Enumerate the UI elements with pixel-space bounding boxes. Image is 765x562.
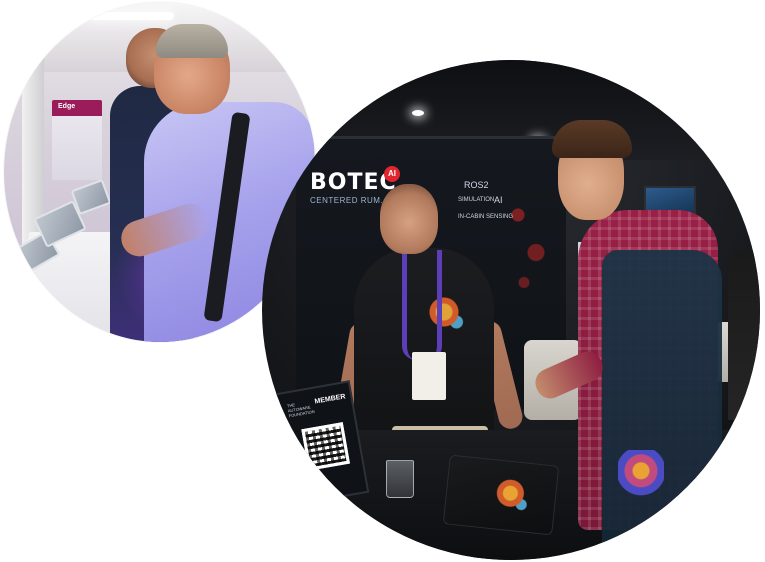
- booth-text-simulation: SIMULATION: [458, 197, 495, 203]
- booth-banner: Edge: [52, 100, 102, 180]
- backdrop-red-graphic: [500, 170, 560, 320]
- ceiling-light: [84, 12, 174, 20]
- lanyard: [402, 250, 442, 360]
- tablet-device: [70, 178, 112, 216]
- tshirt-graphic: [492, 478, 536, 516]
- water-glass: [386, 460, 414, 498]
- sign-member-text: MEMBER: [314, 393, 347, 406]
- booth-text-in-cabin: IN-CABIN SENSING: [458, 214, 514, 220]
- brand-subtitle: CENTERED RUM.AI: [310, 196, 392, 205]
- brand-ai-badge: AI: [384, 166, 400, 182]
- banner-text: Edge: [58, 103, 76, 110]
- booth-text-ai: AI: [494, 195, 503, 205]
- exhibitor-head: [380, 184, 438, 254]
- background-attendee: [728, 250, 760, 420]
- tote-bag: [602, 250, 722, 550]
- attendee-front-hair: [156, 24, 228, 58]
- booth-text-ros2: ROS2: [464, 180, 489, 190]
- visitor-hair: [552, 120, 632, 158]
- tote-graphic: [618, 450, 664, 502]
- name-badge: [412, 352, 446, 400]
- qr-code-icon: [301, 422, 350, 471]
- expo-photo-circle-right: BOTEC AI CENTERED RUM.AI ROS2 SIMULATION…: [262, 60, 760, 560]
- ceiling-spotlight: [412, 110, 424, 116]
